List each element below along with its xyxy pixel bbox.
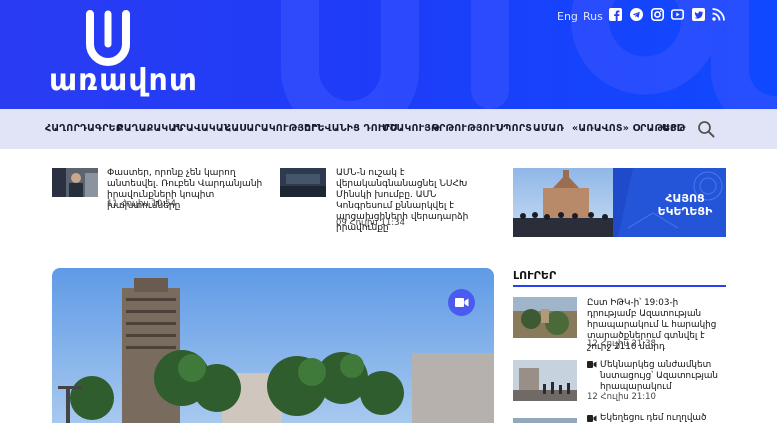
nav-item-sport[interactable]: ՍՊՈՐՏ bbox=[496, 123, 532, 134]
news-thumb-2-image bbox=[280, 168, 326, 197]
logo-text[interactable]: առավոտ bbox=[49, 63, 198, 98]
church-banner[interactable]: ՀԱՅՈՑ ԵԿԵՂԵՑԻ bbox=[513, 168, 726, 237]
main-photo[interactable] bbox=[52, 268, 494, 423]
side-date-1: 12 Հուլիս 21:38 bbox=[587, 339, 656, 349]
search-icon[interactable] bbox=[697, 120, 715, 138]
banner-line2: ԵԿԵՂԵՑԻ bbox=[657, 205, 713, 218]
lurer-heading: ԼՈՒՐԵՐ bbox=[513, 269, 557, 282]
lang-eng-link[interactable]: Eng bbox=[557, 10, 578, 23]
side-thumb-2-image bbox=[513, 360, 577, 401]
side-title-2[interactable]: Մեկնարկեց անժամկետ նստացույց՝ Ազատության… bbox=[600, 360, 725, 393]
side-thumb-1[interactable] bbox=[513, 297, 577, 338]
side-thumb-3[interactable] bbox=[513, 413, 577, 423]
side-thumb-3-image bbox=[513, 418, 577, 423]
news-date-1: 11 Հուլիս 10:54 bbox=[107, 199, 176, 209]
telegram-icon[interactable] bbox=[630, 8, 643, 21]
site-header: առավոտ Eng Rus bbox=[0, 0, 777, 109]
side-thumb-2[interactable] bbox=[513, 360, 577, 401]
banner-line1: ՀԱՅՈՑ bbox=[665, 192, 705, 205]
facebook-icon[interactable] bbox=[609, 8, 622, 21]
twitter-icon[interactable] bbox=[692, 8, 705, 21]
video-play-button[interactable] bbox=[448, 289, 475, 316]
side-thumb-1-image bbox=[513, 297, 577, 338]
rss-icon[interactable] bbox=[712, 8, 725, 21]
nav-item-krtutyun[interactable]: ԿՐԹՈՒԹՅՈՒՆ bbox=[432, 123, 502, 134]
news-thumb-1[interactable] bbox=[52, 168, 98, 197]
news-date-2: 09 Հուլիս 11:34 bbox=[336, 218, 405, 228]
main-photo-image bbox=[52, 268, 494, 423]
main-nav: ՀԱՂՈՐԴԱԳՐԵՐ ՔԱՂԱՔԱԿԱՆ ԻՐԱՎԱԿԱՆ ՀԱՍԱՐԱԿՈՒ… bbox=[0, 109, 777, 149]
news-thumb-2[interactable] bbox=[280, 168, 326, 197]
lang-rus-link[interactable]: Rus bbox=[583, 10, 603, 23]
video-small-icon-2 bbox=[587, 415, 597, 422]
video-small-icon bbox=[587, 361, 597, 368]
side-date-2: 12 Հուլիս 21:10 bbox=[587, 392, 656, 402]
side-title-3[interactable]: Եկեղեցու դեմ ուղղված bbox=[600, 413, 725, 424]
youtube-icon[interactable] bbox=[671, 8, 684, 21]
news-thumb-1-image bbox=[52, 168, 98, 197]
instagram-icon[interactable] bbox=[651, 8, 664, 21]
nav-item-iravakan[interactable]: ԻՐԱՎԱԿԱՆ bbox=[173, 123, 231, 134]
nav-item-ayl[interactable]: ԱՅԼ bbox=[662, 123, 682, 134]
nav-item-amar[interactable]: ԱՄԱՌ bbox=[533, 123, 564, 134]
logo-icon[interactable] bbox=[80, 10, 136, 66]
video-camera-icon bbox=[455, 298, 469, 307]
nav-item-hagordagrer[interactable]: ՀԱՂՈՐԴԱԳՐԵՐ bbox=[45, 123, 122, 134]
lurer-divider bbox=[513, 285, 726, 287]
